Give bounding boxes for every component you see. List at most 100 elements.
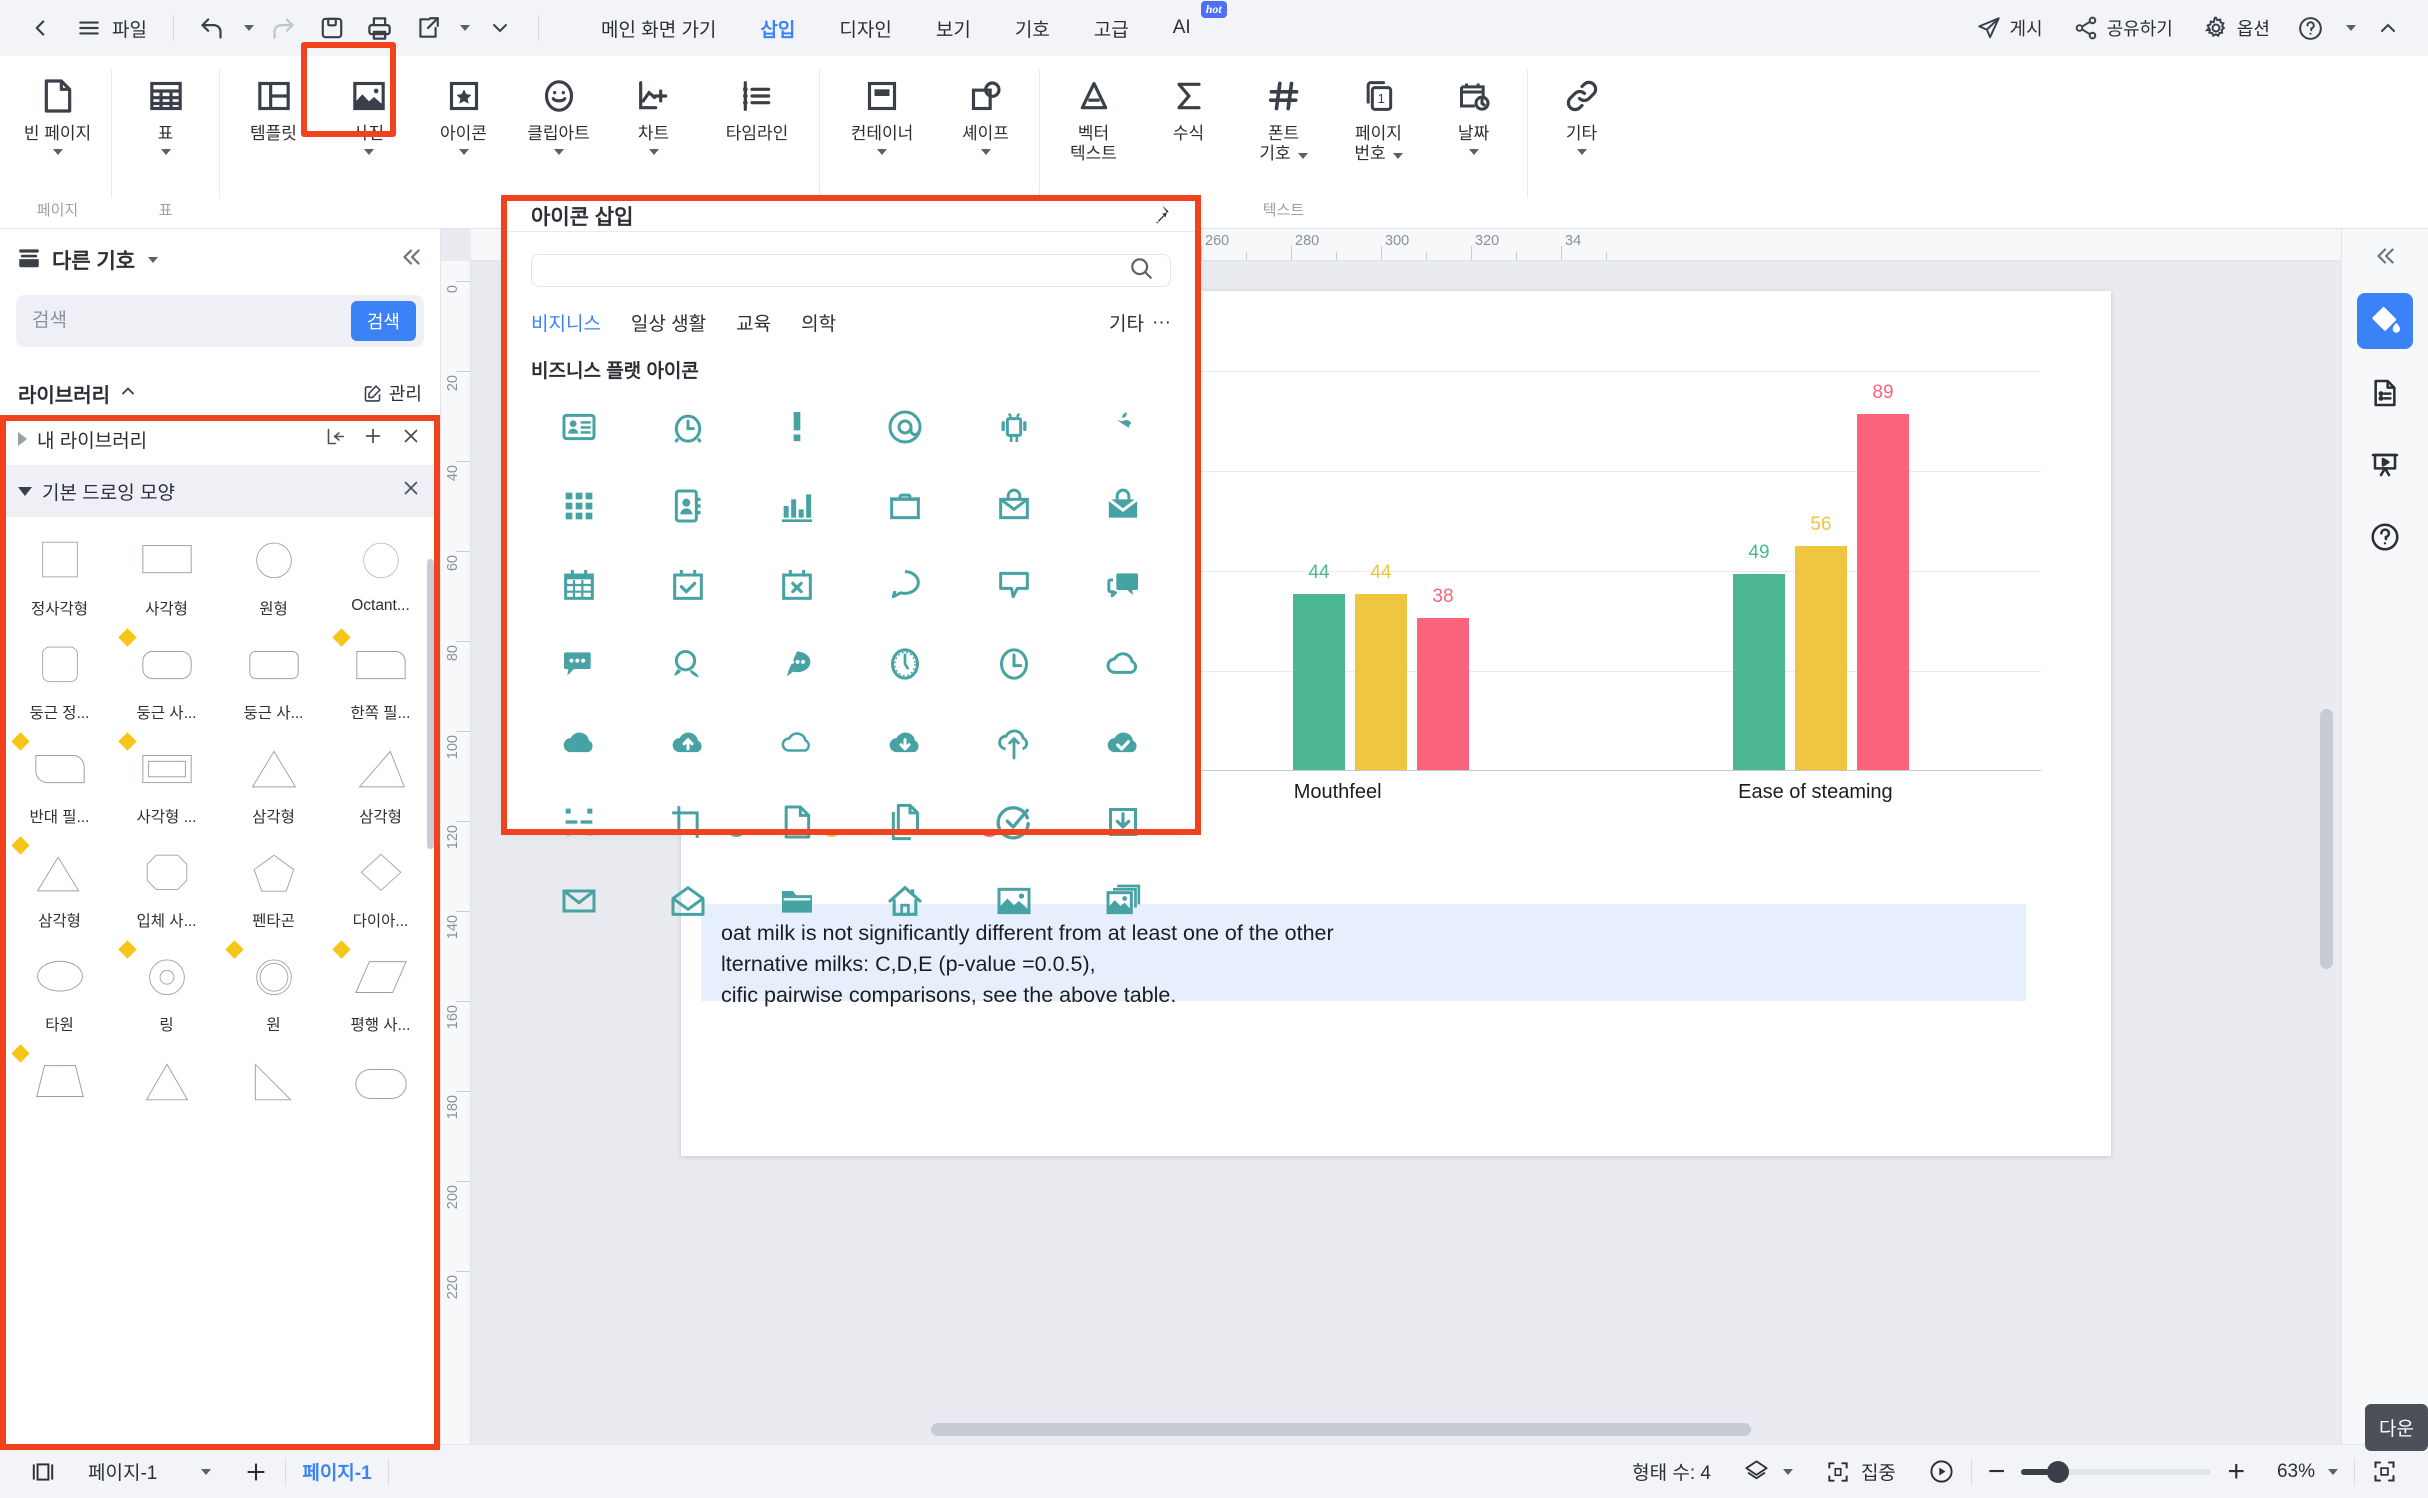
alarm-clock-icon[interactable] <box>634 391 743 462</box>
id-card-icon[interactable] <box>525 391 634 462</box>
share-button[interactable]: 공유하기 <box>2061 7 2185 49</box>
cloud-upload-outline-icon[interactable] <box>960 707 1069 778</box>
ribbon-vector-text[interactable]: 벡터 텍스트 <box>1046 66 1141 165</box>
ribbon-container[interactable]: 컨테이너 <box>826 66 938 157</box>
export-icon[interactable] <box>406 6 450 50</box>
chevron-down-icon[interactable] <box>160 148 171 155</box>
exclamation-icon[interactable] <box>742 391 851 462</box>
images-stack-icon[interactable] <box>1068 865 1177 936</box>
zoom-slider[interactable] <box>2021 1460 2212 1483</box>
chat-bubble-icon[interactable] <box>851 549 960 620</box>
chat-double-outline-icon[interactable] <box>634 628 743 699</box>
shape-item[interactable]: 타원 <box>6 939 113 1043</box>
clock-icon[interactable] <box>960 628 1069 699</box>
icon-search-input[interactable] <box>548 260 1128 281</box>
image-icon[interactable] <box>960 865 1069 936</box>
chevron-down-icon[interactable] <box>201 1468 212 1475</box>
tab-advanced[interactable]: 고급 <box>1072 5 1151 52</box>
download-box-icon[interactable] <box>1068 786 1177 857</box>
ribbon-other[interactable]: 기타 <box>1534 66 1629 157</box>
tab-design[interactable]: 디자인 <box>817 5 913 52</box>
calendar-icon[interactable] <box>525 549 634 620</box>
calendar-x-icon[interactable] <box>742 549 851 620</box>
more-commands-icon[interactable] <box>478 6 522 50</box>
shape-item[interactable]: 원 <box>220 939 327 1043</box>
chevron-down-icon[interactable] <box>877 148 887 155</box>
adjust-handle-icon[interactable] <box>11 1044 30 1063</box>
cloud-upload-filled-icon[interactable] <box>634 707 743 778</box>
save-icon[interactable] <box>310 6 354 50</box>
tab-home[interactable]: 메인 화면 가기 <box>579 5 738 52</box>
options-button[interactable]: 옵션 <box>2191 7 2282 49</box>
chevron-down-icon[interactable] <box>458 148 469 155</box>
ribbon-template[interactable]: 템플릿 <box>226 66 321 146</box>
shape-item[interactable]: 다이아... <box>327 835 434 939</box>
zoom-out-button[interactable]: − <box>1972 1455 2022 1489</box>
shape-item[interactable]: 둥근 정... <box>6 627 113 731</box>
ribbon-date[interactable]: 날짜 <box>1426 66 1521 157</box>
address-book-icon[interactable] <box>634 470 743 541</box>
shape-item[interactable]: 반대 필... <box>6 731 113 835</box>
clock-ticks-icon[interactable] <box>851 628 960 699</box>
chevron-down-icon[interactable] <box>553 148 564 155</box>
at-sign-icon[interactable] <box>851 391 960 462</box>
chevron-down-icon[interactable] <box>52 148 63 155</box>
properties-doc-icon[interactable] <box>2357 365 2413 421</box>
pin-icon[interactable] <box>1149 203 1171 230</box>
ribbon-blank-page[interactable]: 빈 페이지 <box>10 66 105 157</box>
chat-dots-filled-icon[interactable] <box>525 628 634 699</box>
help-circle-icon[interactable] <box>2288 6 2332 50</box>
chevron-down-icon[interactable] <box>363 148 374 155</box>
shape-item[interactable]: 링 <box>113 939 220 1043</box>
callout-bubble-icon[interactable] <box>960 549 1069 620</box>
publish-button[interactable]: 게시 <box>1964 7 2055 49</box>
icon-category-education[interactable]: 교육 <box>736 309 771 336</box>
cloud-outline-icon[interactable] <box>1068 628 1177 699</box>
chart-bar[interactable]: 56 <box>1795 514 1847 770</box>
adjust-handle-icon[interactable] <box>118 732 137 751</box>
icon-search-box[interactable] <box>531 254 1171 287</box>
page-layout-icon[interactable] <box>14 1459 72 1485</box>
shape-item[interactable] <box>220 1043 327 1117</box>
shape-item[interactable]: 원형 <box>220 523 327 627</box>
zoom-slider-handle[interactable] <box>2047 1460 2070 1483</box>
chevron-down-icon[interactable] <box>1392 153 1403 160</box>
check-circle-icon[interactable] <box>960 786 1069 857</box>
adjust-handle-icon[interactable] <box>332 940 351 959</box>
undo-dropdown-icon[interactable] <box>238 6 258 50</box>
play-circle-icon[interactable] <box>1912 1458 1971 1485</box>
close-icon[interactable] <box>400 425 422 453</box>
collapse-icon[interactable] <box>525 786 634 857</box>
shape-item[interactable]: 둥근 사... <box>113 627 220 731</box>
shape-item[interactable]: 둥근 사... <box>220 627 327 731</box>
shape-item[interactable] <box>113 1043 220 1117</box>
page-select[interactable]: 페이지-1 <box>72 1458 227 1485</box>
chevron-down-icon[interactable] <box>18 486 32 496</box>
redo-icon[interactable] <box>262 6 306 50</box>
mail-open-icon[interactable] <box>634 865 743 936</box>
mail-closed-icon[interactable] <box>525 865 634 936</box>
print-icon[interactable] <box>358 6 402 50</box>
shape-item[interactable]: 삼각형 <box>220 731 327 835</box>
fill-bucket-icon[interactable] <box>2357 293 2413 349</box>
shape-item[interactable] <box>6 1043 113 1117</box>
focus-mode-button[interactable]: 집중 <box>1809 1458 1912 1485</box>
help-dropdown-icon[interactable] <box>2338 6 2360 50</box>
close-icon[interactable] <box>400 477 422 505</box>
chart-bar[interactable]: 89 <box>1857 382 1909 770</box>
grid-dots-icon[interactable] <box>525 470 634 541</box>
library-manage-button[interactable]: 관리 <box>362 380 422 406</box>
chevron-down-icon[interactable] <box>148 257 159 263</box>
crop-icon[interactable] <box>634 786 743 857</box>
shape-item[interactable]: 평행 사... <box>327 939 434 1043</box>
zoom-in-button[interactable]: + <box>2211 1455 2261 1489</box>
icon-category-medical[interactable]: 의학 <box>801 309 836 336</box>
help-circle-icon[interactable] <box>2357 509 2413 565</box>
zoom-value[interactable]: 63% <box>2261 1461 2354 1483</box>
chevron-right-icon[interactable] <box>18 432 27 446</box>
shape-item[interactable]: Octant... <box>327 523 434 627</box>
shape-item[interactable]: 펜타곤 <box>220 835 327 939</box>
file-menu-button[interactable]: 파일 <box>66 6 157 50</box>
layers-icon[interactable] <box>1727 1458 1809 1485</box>
chart-bar[interactable]: 44 <box>1355 562 1407 770</box>
